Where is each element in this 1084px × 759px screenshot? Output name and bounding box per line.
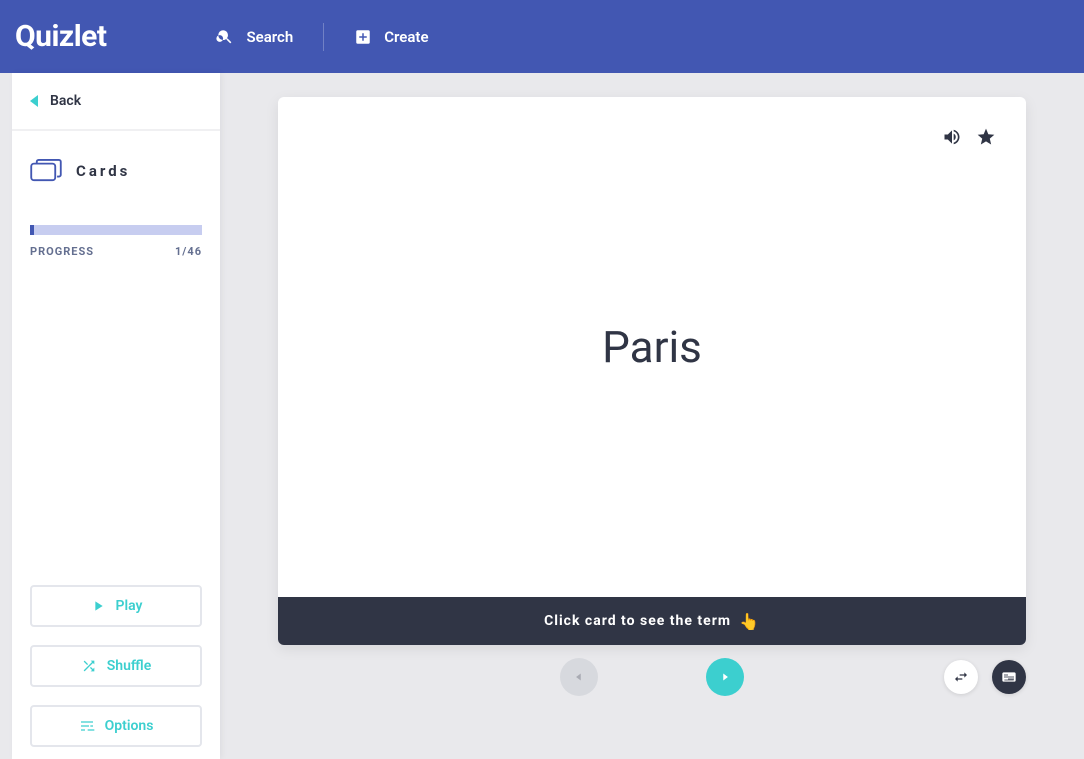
card-nav-controls [278, 655, 1026, 699]
caret-left-icon [30, 95, 38, 107]
create-nav[interactable]: Create [334, 28, 448, 46]
sidebar: Back Cards PROGRESS 1/46 Play [12, 73, 220, 759]
flashcard[interactable]: Paris Click card to see the term 👆 [278, 97, 1026, 645]
header-nav: Search Create [196, 23, 448, 51]
mode-label: Cards [76, 162, 130, 180]
card-body: Paris [278, 97, 1026, 597]
audio-icon[interactable] [942, 127, 962, 147]
progress-label: PROGRESS [30, 245, 94, 258]
search-icon [216, 28, 234, 46]
back-label: Back [50, 93, 81, 109]
next-card-button[interactable] [706, 658, 744, 696]
logo[interactable]: Quizlet [15, 19, 106, 54]
caret-right-icon [718, 670, 732, 684]
create-label: Create [384, 28, 428, 46]
keyboard-icon [1001, 669, 1017, 685]
main-area: Paris Click card to see the term 👆 [220, 73, 1084, 759]
keyboard-shortcuts-button[interactable] [992, 660, 1026, 694]
card-term: Paris [602, 321, 702, 373]
progress-count: 1/46 [175, 245, 202, 258]
app-header: Quizlet Search Create [0, 0, 1084, 73]
prev-card-button [560, 658, 598, 696]
card-hint-text: Click card to see the term [544, 613, 731, 629]
card-hint: Click card to see the term 👆 [278, 597, 1026, 645]
star-icon[interactable] [976, 127, 996, 147]
swap-sides-button[interactable] [944, 660, 978, 694]
mode-row: Cards [12, 131, 220, 195]
nav-divider [323, 23, 324, 51]
shuffle-label: Shuffle [107, 658, 151, 674]
options-button[interactable]: Options [30, 705, 202, 747]
play-icon [90, 598, 106, 614]
create-icon [354, 28, 372, 46]
options-label: Options [105, 718, 154, 734]
play-button[interactable]: Play [30, 585, 202, 627]
point-up-icon: 👆 [739, 612, 760, 631]
swap-icon [953, 669, 969, 685]
play-label: Play [116, 598, 143, 614]
shuffle-icon [81, 658, 97, 674]
progress-block: PROGRESS 1/46 [12, 195, 220, 266]
progress-fill [30, 225, 34, 235]
options-icon [79, 718, 95, 734]
cards-icon [30, 159, 62, 183]
shuffle-button[interactable]: Shuffle [30, 645, 202, 687]
progress-bar [30, 225, 202, 235]
search-label: Search [246, 28, 293, 46]
search-nav[interactable]: Search [196, 28, 313, 46]
caret-left-icon [572, 670, 586, 684]
back-button[interactable]: Back [12, 73, 220, 131]
